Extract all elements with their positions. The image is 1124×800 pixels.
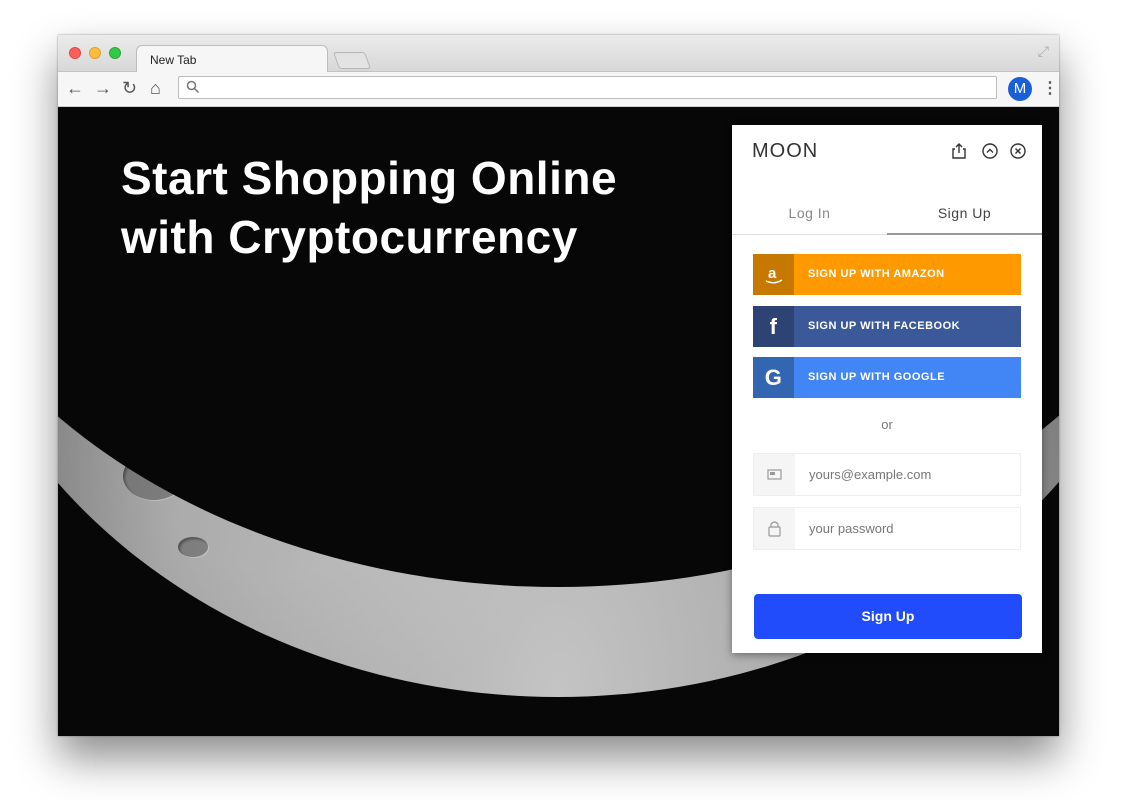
or-divider: or <box>881 417 893 432</box>
signup-widget: MOON Log In Sign Up a SIGN UP WITH AMAZO… <box>732 125 1042 653</box>
search-icon <box>186 80 200 94</box>
brand-logo: MOON <box>752 140 819 162</box>
google-signup-button[interactable]: G SIGN UP WITH GOOGLE <box>753 357 1021 398</box>
facebook-signup-button[interactable]: f SIGN UP WITH FACEBOOK <box>753 306 1021 347</box>
email-icon <box>754 454 795 495</box>
close-icon[interactable] <box>1009 142 1027 160</box>
tab-log-in[interactable]: Log In <box>732 195 887 235</box>
auth-tabs: Log In Sign Up <box>732 195 1042 235</box>
new-tab-button[interactable] <box>332 52 372 69</box>
browser-tab[interactable]: New Tab <box>136 45 328 72</box>
browser-menu-icon[interactable]: ⋮ <box>1042 78 1058 98</box>
browser-toolbar: ← → ↻ ⌂ M ⋮ <box>58 72 1059 107</box>
amazon-icon: a <box>753 254 794 295</box>
facebook-signup-label: SIGN UP WITH FACEBOOK <box>808 320 961 332</box>
amazon-signup-label: SIGN UP WITH AMAZON <box>808 268 945 280</box>
minimize-window-button[interactable] <box>89 47 101 59</box>
title-bar: New Tab ⤢ <box>58 35 1059 72</box>
lock-icon <box>754 508 795 549</box>
profile-avatar[interactable]: M <box>1008 77 1032 101</box>
amazon-signup-button[interactable]: a SIGN UP WITH AMAZON <box>753 254 1021 295</box>
address-bar[interactable] <box>178 76 997 99</box>
share-icon[interactable] <box>950 142 968 160</box>
back-icon[interactable]: ← <box>66 78 84 98</box>
google-signup-label: SIGN UP WITH GOOGLE <box>808 371 946 383</box>
collapse-icon[interactable] <box>981 142 999 160</box>
reload-icon[interactable]: ↻ <box>122 78 137 98</box>
page-content: Start Shopping Online with Cryptocurrenc… <box>58 107 1059 736</box>
password-field <box>753 507 1021 550</box>
fullscreen-icon[interactable]: ⤢ <box>1038 43 1049 60</box>
hero-headline: Start Shopping Online with Cryptocurrenc… <box>121 149 617 267</box>
google-icon: G <box>753 357 794 398</box>
forward-icon[interactable]: → <box>94 78 112 98</box>
home-icon[interactable]: ⌂ <box>150 78 161 98</box>
hero-line-1: Start Shopping Online <box>121 152 618 204</box>
sign-up-button[interactable]: Sign Up <box>754 594 1022 639</box>
tab-sign-up[interactable]: Sign Up <box>887 195 1042 235</box>
facebook-icon: f <box>753 306 794 347</box>
browser-window: New Tab ⤢ ← → ↻ ⌂ M ⋮ Start Shopping Onl… <box>58 35 1059 736</box>
email-input[interactable] <box>796 454 1018 495</box>
svg-text:a: a <box>768 265 777 282</box>
close-window-button[interactable] <box>69 47 81 59</box>
hero-line-2: with Cryptocurrency <box>121 211 578 263</box>
password-input[interactable] <box>796 508 1018 549</box>
tab-title: New Tab <box>150 53 197 67</box>
maximize-window-button[interactable] <box>109 47 121 59</box>
email-field <box>753 453 1021 496</box>
